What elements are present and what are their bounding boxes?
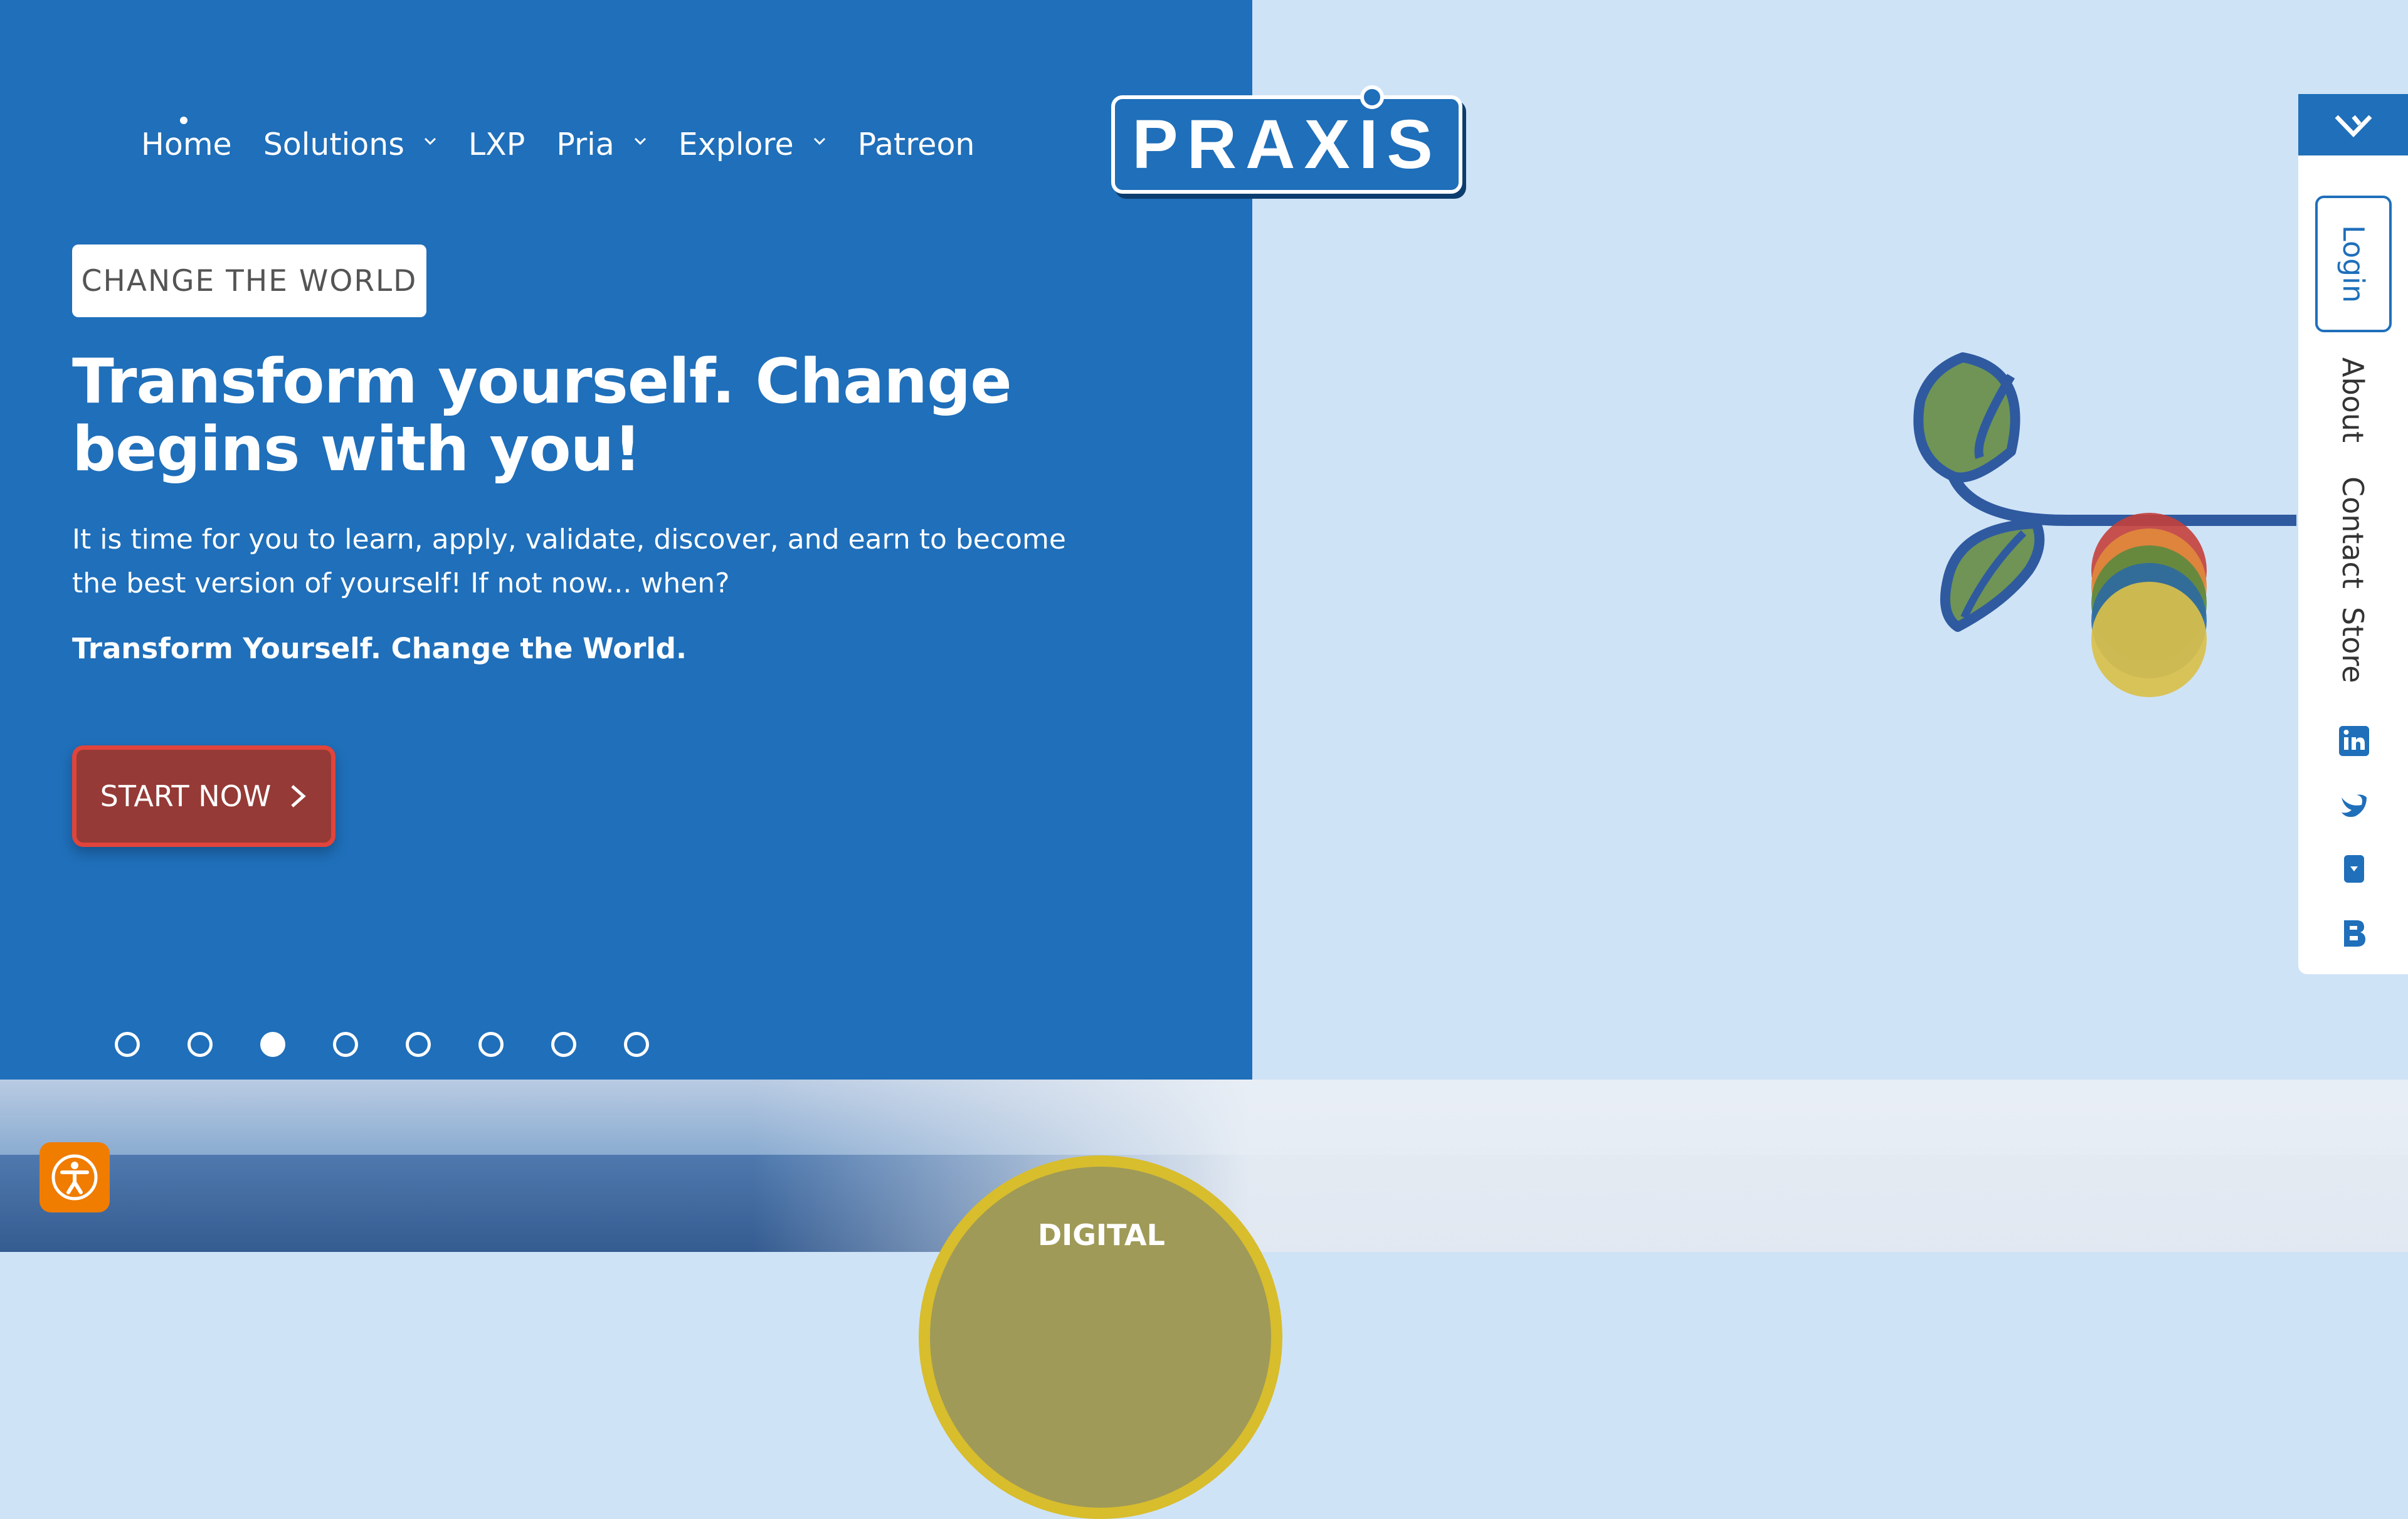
nav-pria-label: Pria <box>556 126 615 162</box>
slide-dot-4[interactable] <box>333 1032 358 1057</box>
login-button[interactable]: Login <box>2315 196 2392 332</box>
nav-solutions[interactable]: Solutions <box>263 127 437 162</box>
side-panel-toggle[interactable] <box>2298 94 2408 155</box>
accessibility-button[interactable] <box>40 1142 110 1212</box>
digital-circle[interactable] <box>919 1155 1282 1519</box>
nav-patreon[interactable]: Patreon <box>858 127 975 162</box>
twitter-icon[interactable] <box>2338 789 2370 821</box>
slide-dot-5[interactable] <box>406 1032 431 1057</box>
bookmark-icon[interactable] <box>2338 853 2370 885</box>
nav-lxp-label: LXP <box>468 126 525 162</box>
slide-dot-3[interactable] <box>260 1032 285 1057</box>
branch-stem <box>1948 473 2296 526</box>
slide-dot-8[interactable] <box>624 1032 649 1057</box>
side-link-store[interactable]: Store <box>2336 607 2370 683</box>
slide-dot-1[interactable] <box>115 1032 140 1057</box>
hero-headline: Transform yourself. Change begins with y… <box>72 346 1012 485</box>
chevron-down-icon <box>634 137 646 145</box>
side-link-about[interactable]: About <box>2336 357 2370 443</box>
leaf-upper <box>1913 352 2020 483</box>
start-now-label: START NOW <box>100 779 272 813</box>
behance-icon[interactable] <box>2338 917 2370 949</box>
hero-subtext: It is time for you to learn, apply, vali… <box>72 523 1066 599</box>
collapse-chevron-icon <box>2334 115 2372 138</box>
hero-badge: CHANGE THE WORLD <box>72 244 426 317</box>
main-nav: Home Solutions LXP Pria Explore Patreon <box>141 116 1006 166</box>
nav-explore-label: Explore <box>678 126 794 162</box>
nav-pria[interactable]: Pria <box>556 127 647 162</box>
slide-dot-2[interactable] <box>187 1032 213 1057</box>
hero-tagline: Transform Yourself. Change the World. <box>72 632 687 665</box>
nav-solutions-label: Solutions <box>263 126 404 162</box>
accessibility-icon <box>51 1154 98 1201</box>
chevron-down-icon <box>424 137 436 145</box>
nav-home-label: Home <box>141 126 232 162</box>
chevron-down-icon <box>813 137 825 145</box>
logo-text: PRAXIS <box>1132 106 1442 183</box>
nav-home[interactable]: Home <box>141 116 232 162</box>
active-indicator <box>180 116 187 124</box>
nav-lxp[interactable]: LXP <box>468 127 525 162</box>
start-now-button[interactable]: START NOW <box>72 745 335 847</box>
slider-pagination <box>115 1032 649 1057</box>
slide-dot-6[interactable] <box>478 1032 504 1057</box>
nav-explore[interactable]: Explore <box>679 127 826 162</box>
linkedin-icon[interactable] <box>2338 725 2370 757</box>
praxis-logo[interactable]: PRAXIS <box>1111 85 1462 194</box>
login-label: Login <box>2337 224 2370 303</box>
circle-yellow <box>2091 582 2207 697</box>
slide-dot-7[interactable] <box>551 1032 576 1057</box>
side-link-contact[interactable]: Contact <box>2336 476 2370 589</box>
digital-label: DIGITAL <box>1038 1218 1165 1252</box>
logo-ring <box>1360 85 1384 109</box>
chevron-right-icon <box>291 785 307 807</box>
nav-patreon-label: Patreon <box>857 126 975 162</box>
